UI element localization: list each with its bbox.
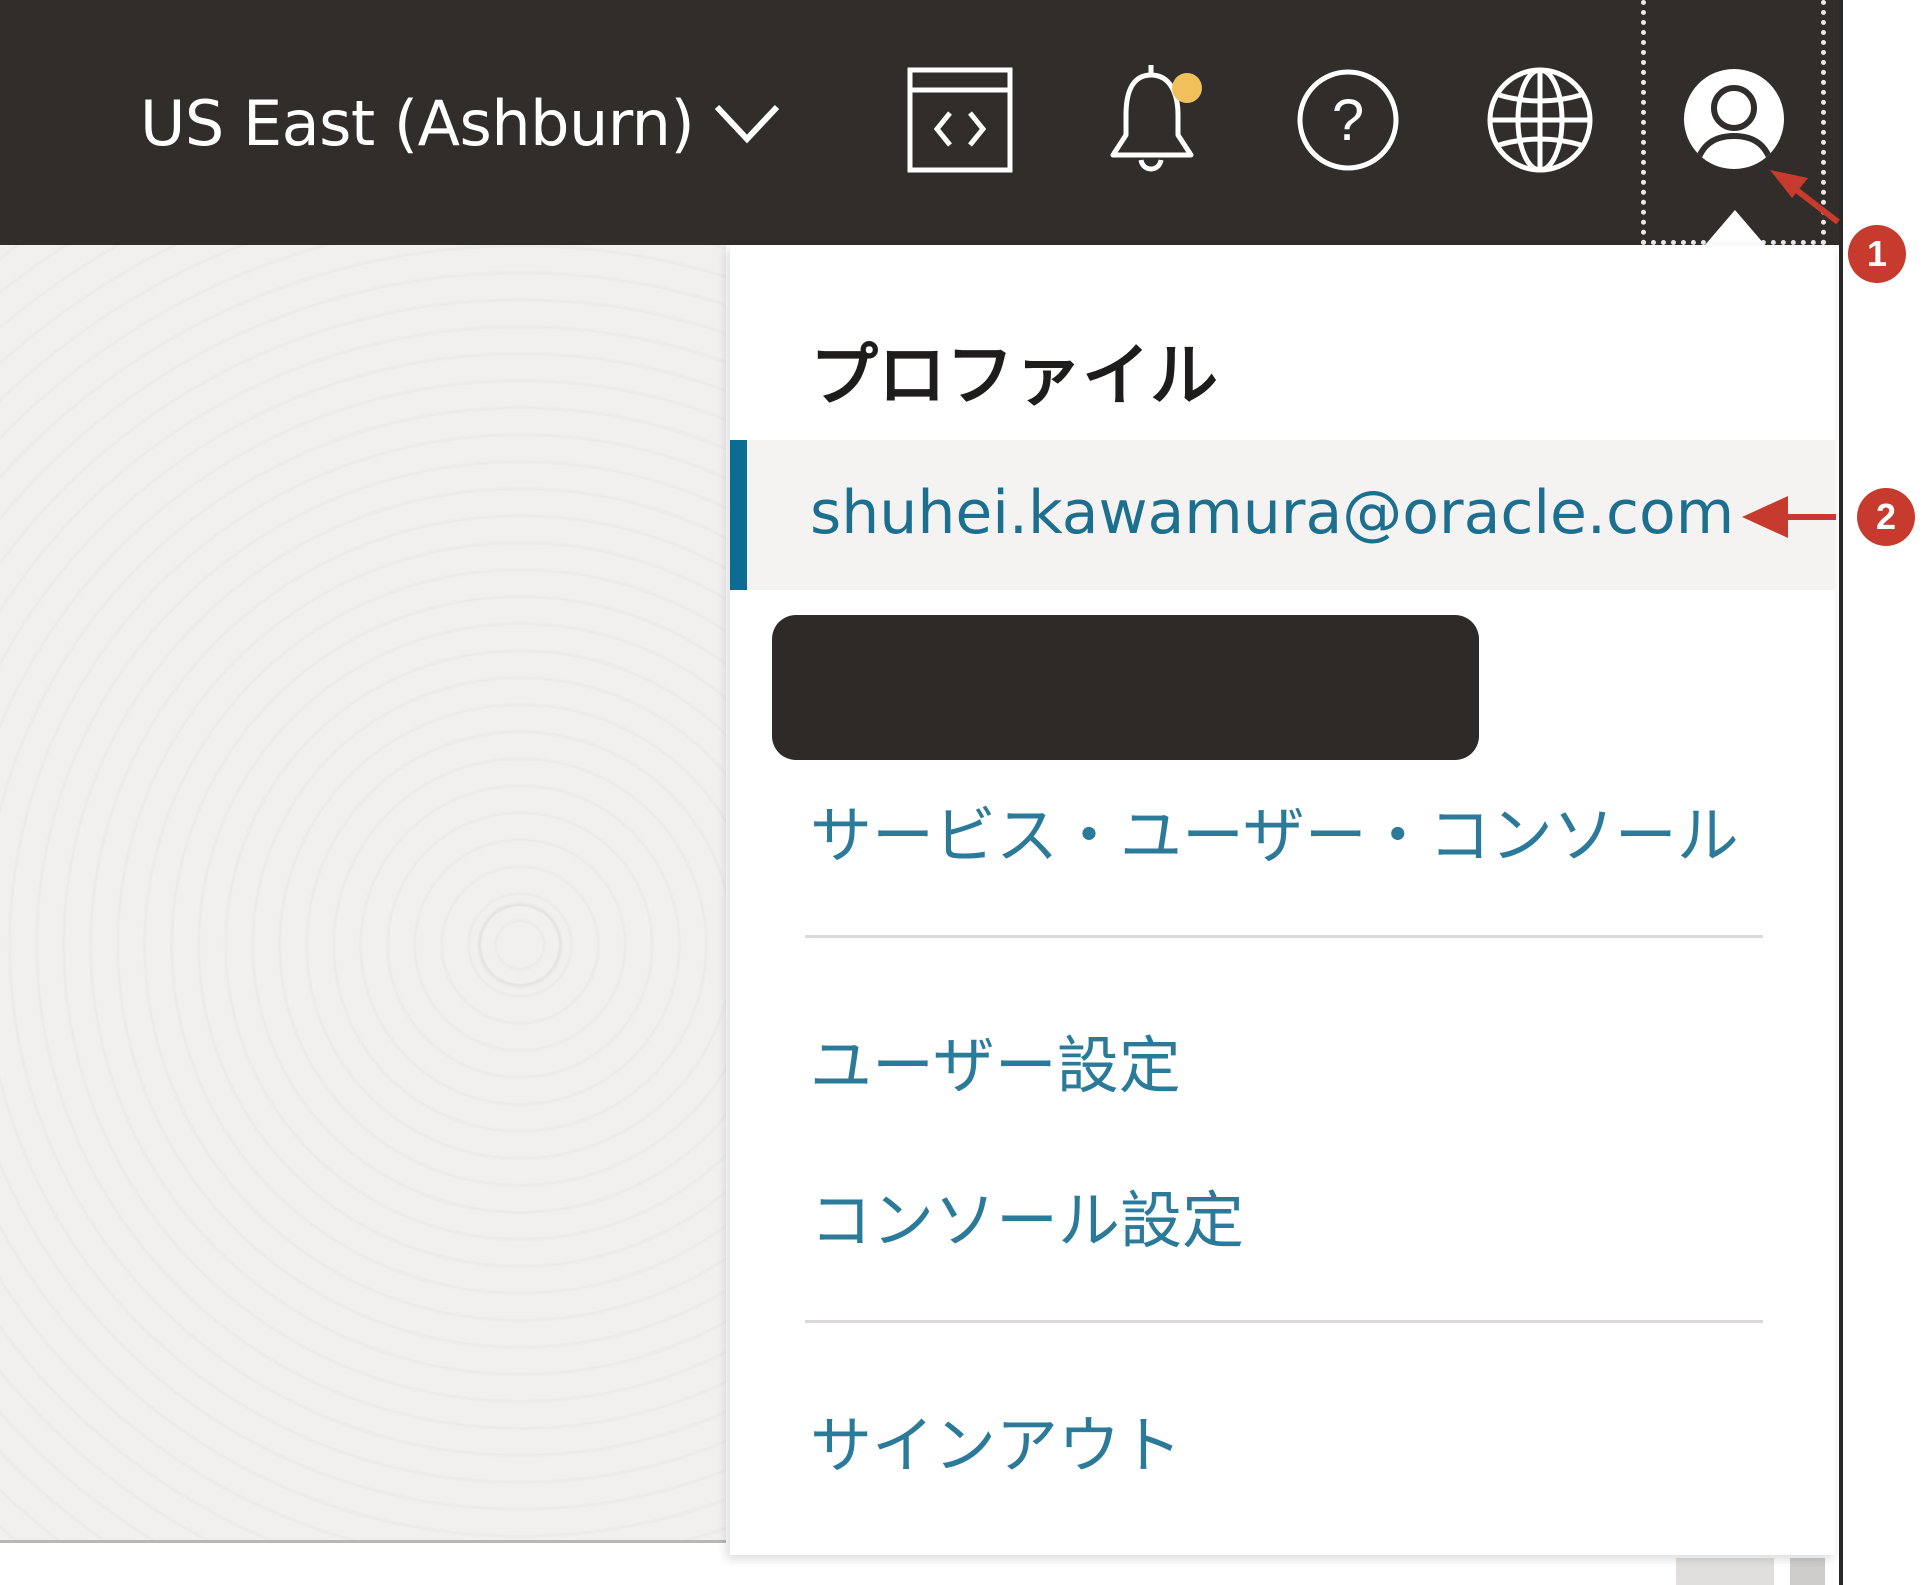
region-selector[interactable]: US East (Ashburn) xyxy=(140,78,782,168)
scrollbar-thumb[interactable] xyxy=(1790,1558,1825,1585)
menu-divider xyxy=(805,1320,1763,1323)
top-header-bar: US East (Ashburn) ? xyxy=(0,0,1839,245)
menu-divider xyxy=(805,935,1763,938)
console-settings-link[interactable]: コンソール設定 xyxy=(810,1170,1244,1260)
region-label: US East (Ashburn) xyxy=(140,86,695,160)
chevron-down-icon xyxy=(712,101,782,146)
user-settings-link[interactable]: ユーザー設定 xyxy=(810,1015,1181,1105)
svg-text:?: ? xyxy=(1332,88,1364,153)
code-editor-icon[interactable] xyxy=(900,60,1020,180)
service-user-console-link[interactable]: サービス・ユーザー・コンソール xyxy=(810,785,1739,875)
sign-out-link[interactable]: サインアウト xyxy=(810,1395,1182,1485)
window-edge xyxy=(1839,0,1843,1585)
profile-email-link[interactable]: shuhei.kawamura@oracle.com xyxy=(810,478,1734,548)
profile-button[interactable] xyxy=(1641,0,1826,245)
profile-menu: プロファイル shuhei.kawamura@oracle.com サービス・ユ… xyxy=(730,245,1835,1555)
content-divider xyxy=(0,1540,726,1543)
globe-icon[interactable] xyxy=(1480,60,1600,180)
profile-email-item[interactable]: shuhei.kawamura@oracle.com xyxy=(730,440,1835,590)
redacted-block xyxy=(772,615,1479,760)
profile-avatar-icon xyxy=(1681,66,1787,176)
notification-dot xyxy=(1172,73,1202,103)
annotation-badge-2: 2 xyxy=(1857,488,1915,546)
active-item-indicator xyxy=(730,440,747,590)
help-icon[interactable]: ? xyxy=(1288,60,1408,180)
page-background xyxy=(0,245,726,1540)
annotation-badge-1: 1 xyxy=(1848,225,1906,283)
dropdown-caret xyxy=(1705,210,1765,245)
profile-menu-title: プロファイル xyxy=(810,337,1219,416)
bell-icon[interactable] xyxy=(1096,60,1216,180)
scrollbar-track[interactable] xyxy=(1676,1558,1774,1585)
